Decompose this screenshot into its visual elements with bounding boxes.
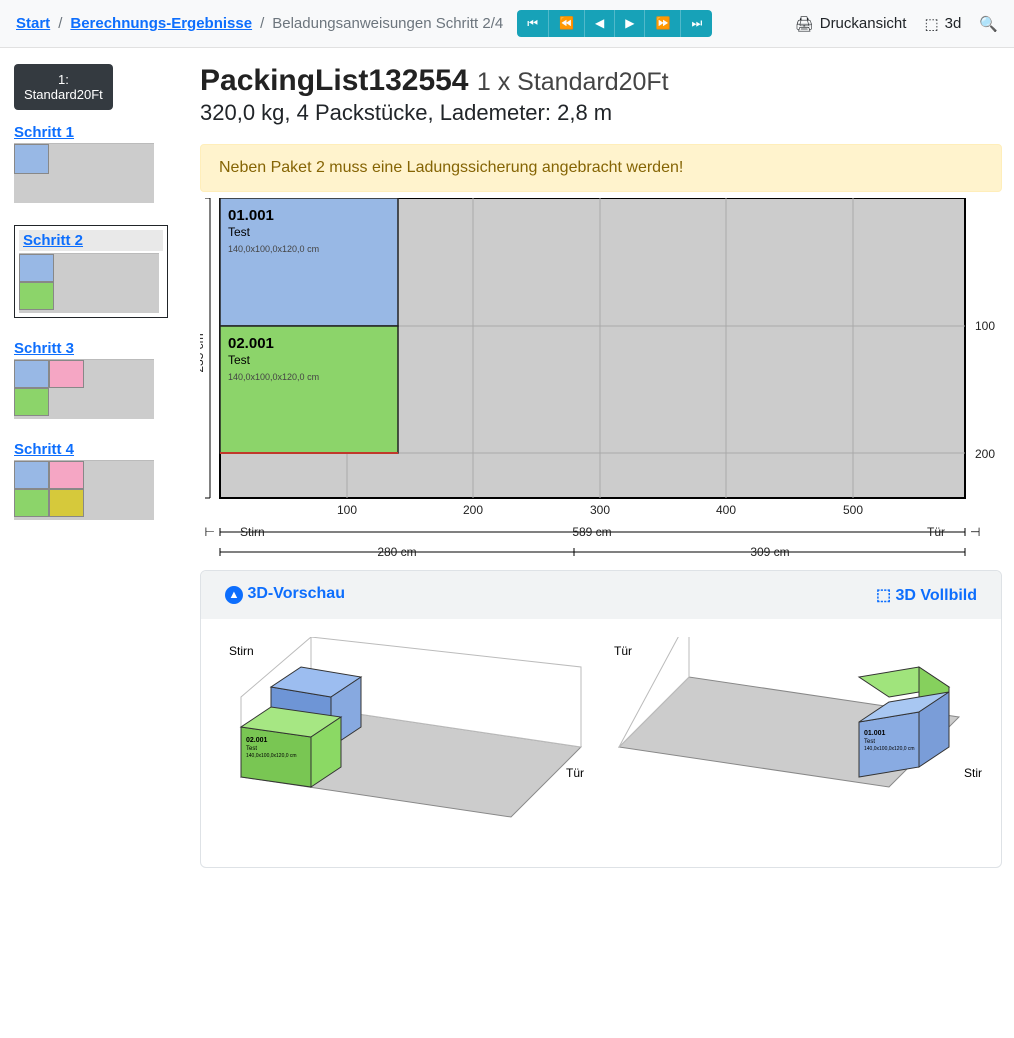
svg-text:⊣: ⊣ [970,525,980,539]
svg-text:100: 100 [975,319,995,333]
nav-last-button[interactable]: ⏭ [681,10,712,37]
svg-text:100: 100 [337,503,357,517]
3d-full-label: 3D Vollbild [896,587,977,604]
warning-alert: Neben Paket 2 muss eine Ladungssicherung… [200,144,1002,192]
preview-card-header: ▲ 3D-Vorschau ⬚ 3D Vollbild [201,571,1001,619]
page-subtitle: 320,0 kg, 4 Packstücke, Lademeter: 2,8 m [200,100,1002,126]
iso-view-left[interactable]: 02.001 Test 140,0x100,0x120,0 cm Stirn T… [211,637,593,837]
step-thumb [19,253,159,313]
svg-text:200: 200 [975,447,995,461]
nav-prev-button[interactable]: ◀ [585,10,615,37]
preview-card: ▲ 3D-Vorschau ⬚ 3D Vollbild [200,570,1002,868]
nav-next-button[interactable]: ▶ [615,10,645,37]
svg-text:Test: Test [228,225,251,239]
print-icon: 🖨 [795,15,814,33]
plan-view: 235 cm 01.001 Test 140,0x100,0x120,0 cm [200,198,1002,558]
svg-text:280 cm: 280 cm [377,545,416,559]
title-suffix: 1 x Standard20Ft [477,68,669,96]
svg-text:Test: Test [228,353,251,367]
sidebar-step-3[interactable]: Schritt 3 [14,340,168,419]
preview-title: 3D-Vorschau [247,585,345,602]
container-index: 1: [24,72,103,87]
step-thumb [14,143,154,203]
sidebar-step-2[interactable]: Schritt 2 [14,225,168,318]
svg-text:309 cm: 309 cm [750,545,789,559]
svg-text:500: 500 [843,503,863,517]
step-label[interactable]: Schritt 3 [14,340,168,357]
sidebar-step-1[interactable]: Schritt 1 [14,124,168,203]
print-label: Druckansicht [820,15,907,32]
page-title: PackingList132554 1 x Standard20Ft [200,64,1002,98]
container-name: Standard20Ft [24,87,103,102]
breadcrumb-results[interactable]: Berechnungs-Ergebnisse [70,15,252,32]
cube-icon: ⬚ [924,15,938,33]
nav-first-button[interactable]: ⏮ [517,10,549,37]
3d-label: 3d [945,15,962,32]
search-icon: 🔍 [979,15,998,33]
svg-text:200: 200 [463,503,483,517]
svg-text:02.001: 02.001 [228,335,274,352]
breadcrumb-sep: / [58,15,62,32]
svg-text:Tür: Tür [614,644,632,658]
svg-text:Tür: Tür [927,525,945,539]
step-thumb [14,359,154,419]
zoom-button[interactable]: 🔍 [979,15,998,33]
step-thumb [14,460,154,520]
breadcrumb: Start / Berechnungs-Ergebnisse / Beladun… [16,15,503,32]
iso-view-right[interactable]: 01.001 Test 140,0x100,0x120,0 cm Tür Sti… [609,637,991,837]
chevron-up-icon: ▲ [225,586,243,604]
svg-text:400: 400 [716,503,736,517]
sidebar: 1: Standard20Ft Schritt 1 Schritt 2 Schr… [0,58,180,880]
svg-text:140,0x100,0x120,0 cm: 140,0x100,0x120,0 cm [228,244,319,254]
svg-text:Test: Test [864,739,875,745]
step-label[interactable]: Schritt 2 [19,230,163,251]
svg-text:300: 300 [590,503,610,517]
collapse-preview-link[interactable]: ▲ 3D-Vorschau [225,585,345,605]
svg-text:140,0x100,0x120,0 cm: 140,0x100,0x120,0 cm [228,372,319,382]
svg-text:Stirn: Stirn [240,525,265,539]
breadcrumb-start[interactable]: Start [16,15,50,32]
container-chip[interactable]: 1: Standard20Ft [14,64,113,110]
svg-text:Tür: Tür [566,766,584,780]
svg-text:Stir: Stir [964,766,982,780]
breadcrumb-sep: / [260,15,264,32]
print-view-button[interactable]: 🖨 Druckansicht [795,15,907,33]
nav-rewind-button[interactable]: ⏪ [549,10,585,37]
nav-forward-button[interactable]: ⏩ [645,10,681,37]
svg-text:Test: Test [246,746,257,752]
main-content: PackingList132554 1 x Standard20Ft 320,0… [180,58,1014,880]
top-bar: Start / Berechnungs-Ergebnisse / Beladun… [0,0,1014,48]
svg-text:140,0x100,0x120,0 cm: 140,0x100,0x120,0 cm [864,746,915,752]
3d-fullscreen-link[interactable]: ⬚ 3D Vollbild [876,585,977,605]
breadcrumb-current: Beladungsanweisungen Schritt 2/4 [272,15,503,32]
top-right-actions: 🖨 Druckansicht ⬚ 3d 🔍 [795,15,998,33]
svg-text:235 cm: 235 cm [200,333,206,372]
preview-card-body: 02.001 Test 140,0x100,0x120,0 cm Stirn T… [201,619,1001,867]
title-name: PackingList132554 [200,64,469,97]
step-nav-group: ⏮ ⏪ ◀ ▶ ⏩ ⏭ [517,10,712,37]
svg-text:⊢: ⊢ [205,525,215,539]
svg-text:Stirn: Stirn [229,644,254,658]
cube-icon: ⬚ [876,587,891,604]
svg-text:589 cm: 589 cm [572,525,611,539]
svg-text:01.001: 01.001 [864,730,886,737]
step-label[interactable]: Schritt 1 [14,124,168,141]
3d-button[interactable]: ⬚ 3d [924,15,961,33]
svg-text:01.001: 01.001 [228,207,274,224]
svg-text:02.001: 02.001 [246,737,268,744]
step-label[interactable]: Schritt 4 [14,441,168,458]
sidebar-step-4[interactable]: Schritt 4 [14,441,168,520]
svg-text:140,0x100,0x120,0 cm: 140,0x100,0x120,0 cm [246,753,297,759]
